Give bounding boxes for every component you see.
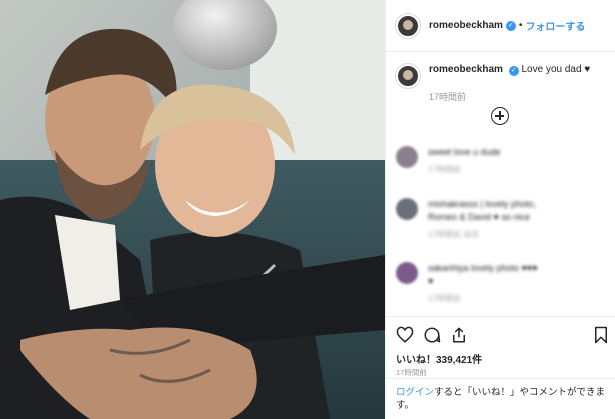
- add-circle-icon[interactable]: [491, 107, 509, 125]
- comment-icon[interactable]: [423, 326, 441, 344]
- post-actions: いいね！339,421件 17時間前: [386, 316, 615, 377]
- caption-username[interactable]: romeobeckham: [429, 64, 503, 75]
- comment-item: sweet love u dude 17時間前: [396, 146, 611, 175]
- photo-illustration: [0, 0, 385, 419]
- caption-time: 17時間前: [429, 92, 467, 102]
- comment-avatar[interactable]: [396, 198, 418, 220]
- login-prompt: ログインすると「いいね！」やコメントができます。: [386, 378, 615, 419]
- comment-body: mishakrasss | lovely photo, Romeo & Davi…: [428, 198, 608, 240]
- caption-text-block: romeobeckham ✓ Love you dad ♥ 17時間前: [429, 64, 590, 103]
- comment-text-continued: ♥: [428, 276, 434, 286]
- comment-body: sakanhiya lovely photo ♥♥♥ ♥ 17時間前: [428, 262, 608, 304]
- heart-icon[interactable]: [396, 326, 414, 344]
- post-header: romeobeckham ✓ • フォローする: [386, 0, 615, 52]
- post-timestamp: 17時間前: [396, 368, 427, 377]
- follow-button[interactable]: フォローする: [525, 18, 585, 33]
- verified-badge-icon: ✓: [505, 20, 516, 31]
- author-avatar[interactable]: [396, 13, 420, 38]
- comment-item: mishakrasss | lovely photo, Romeo & Davi…: [396, 198, 611, 240]
- author-username[interactable]: romeobeckham: [429, 20, 503, 31]
- comment-body: sweet love u dude 17時間前: [428, 146, 608, 175]
- likes-count[interactable]: いいね！339,421件: [396, 351, 482, 366]
- instagram-post-view: romeobeckham ✓ • フォローする romeobeckham ✓ L…: [0, 0, 615, 419]
- caption-avatar[interactable]: [396, 64, 420, 88]
- comment-text: mishakrasss | lovely photo,: [428, 199, 536, 209]
- comment-avatar[interactable]: [396, 146, 418, 168]
- comment-meta: 17時間前: [428, 165, 461, 174]
- comment-avatar[interactable]: [396, 262, 418, 284]
- comment-text-continued: Romeo & David ♥ so nice: [428, 212, 530, 222]
- post-side-panel: romeobeckham ✓ • フォローする romeobeckham ✓ L…: [385, 0, 615, 419]
- post-photo[interactable]: [0, 0, 385, 419]
- login-link[interactable]: ログイン: [396, 387, 434, 398]
- share-icon[interactable]: [450, 326, 468, 344]
- comment-item: sakanhiya lovely photo ♥♥♥ ♥ 17時間前: [396, 262, 611, 304]
- caption-text: Love you dad ♥: [521, 64, 591, 75]
- comment-meta: 17時間前 返信: [428, 230, 480, 239]
- comment-text: sweet love u dude: [428, 147, 501, 157]
- bookmark-icon[interactable]: [592, 326, 610, 344]
- verified-badge-icon: ✓: [508, 66, 519, 76]
- comment-meta: 17時間前: [428, 294, 461, 303]
- header-separator: •: [518, 20, 523, 31]
- comment-text: sakanhiya lovely photo ♥♥♥: [428, 263, 538, 273]
- post-caption: romeobeckham ✓ Love you dad ♥ 17時間前: [396, 64, 590, 103]
